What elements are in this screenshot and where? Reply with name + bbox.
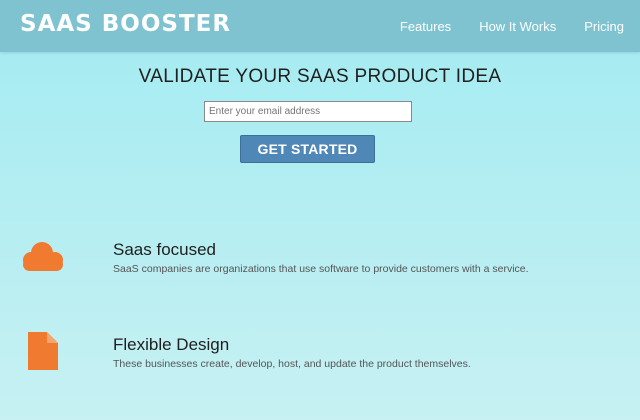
nav-link-pricing[interactable]: Pricing [584,19,624,34]
hero-title: VALIDATE YOUR SAAS PRODUCT IDEA [138,66,502,87]
feature-title-saas-focused: Saas focused [113,240,217,259]
nav-link-how-it-works[interactable]: How It Works [479,19,556,34]
feature-desc-saas-focused: SaaS companies are organizations that us… [113,263,529,275]
email-input[interactable] [204,101,412,122]
get-started-button[interactable]: GET STARTED [240,135,375,163]
navbar: SAAS BOOSTER Features How It Works Prici… [0,0,640,52]
file-icon [28,332,58,370]
feature-desc-flexible-design: These businesses create, develop, host, … [113,358,471,370]
site-logo[interactable]: SAAS BOOSTER [20,11,231,37]
feature-title-flexible-design: Flexible Design [113,335,230,354]
nav-links: Features How It Works Pricing [400,19,624,34]
nav-link-features[interactable]: Features [400,19,451,34]
cloud-icon [19,238,67,274]
